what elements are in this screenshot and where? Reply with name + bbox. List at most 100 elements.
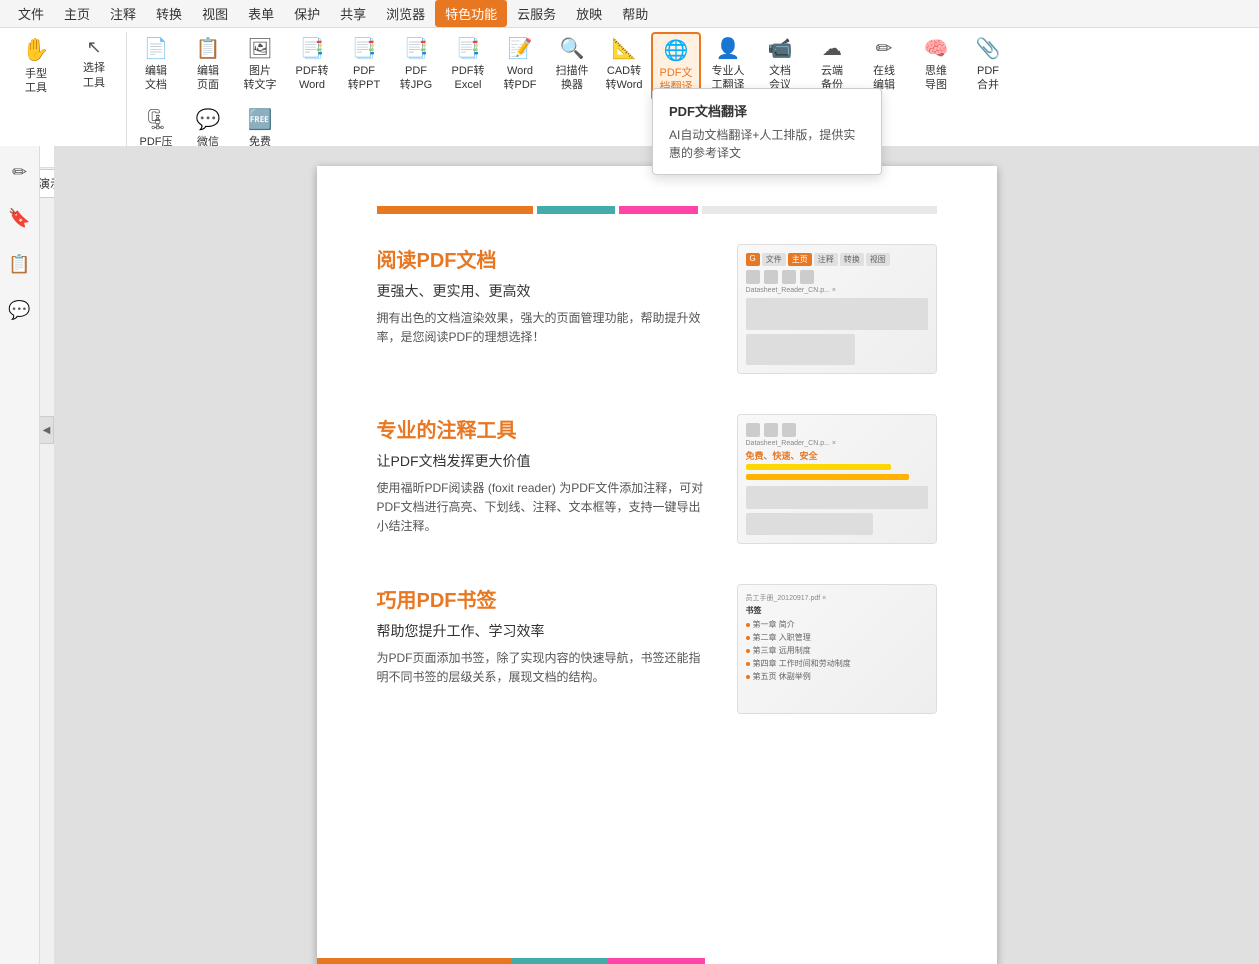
pdf-viewer: 阅读PDF文档 更强大、更实用、更高效 拥有出色的文档渲染效果，强大的页面管理功… xyxy=(54,146,1259,964)
menu-item-home[interactable]: 主页 xyxy=(54,0,100,27)
pdf-ppt-icon: 📑 xyxy=(352,36,377,62)
menu-item-file[interactable]: 文件 xyxy=(8,0,54,27)
menu-item-view[interactable]: 视图 xyxy=(192,0,238,27)
prev-icon-4 xyxy=(800,270,814,284)
pdf-word-icon: 📑 xyxy=(300,36,325,62)
word-to-pdf-button[interactable]: 📝 Word转PDF xyxy=(495,32,545,97)
preview-filename-1: Datasheet_Reader_CN.p... × xyxy=(746,287,928,294)
select-tool-button[interactable]: ↖ 选择工具 xyxy=(66,32,122,94)
annotation-highlight-1 xyxy=(746,464,892,470)
pdf-to-ppt-button[interactable]: 📑 PDF转PPT xyxy=(339,32,389,97)
pdf-to-jpg-button[interactable]: 📑 PDF转JPG xyxy=(391,32,441,97)
bookmark-item-3: 第三章 远用制度 xyxy=(746,645,928,656)
section-3-subtitle: 帮助您提升工作、学习效率 xyxy=(377,621,707,641)
pdf-jpg-icon: 📑 xyxy=(404,36,429,62)
sidebar-bookmark-icon[interactable]: 🔖 xyxy=(4,202,36,234)
preview-tab-view: 视图 xyxy=(866,253,890,266)
prev-icon-3 xyxy=(782,270,796,284)
prev-text-line-1 xyxy=(746,298,928,330)
section-1-desc: 拥有出色的文档渲染效果，强大的页面管理功能，帮助提升效率，是您阅读PDF的理想选… xyxy=(377,309,707,347)
mind-map-button[interactable]: 🧠 思维导图 xyxy=(911,32,961,97)
preview-row-icons xyxy=(746,270,928,284)
compress-icon: 🗜 xyxy=(143,107,168,133)
pdf-section-3-text: 巧用PDF书签 帮助您提升工作、学习效率 为PDF页面添加书签，除了实现内容的快… xyxy=(377,584,707,687)
preview-topbar-1: G 文件 主页 注释 转换 视图 xyxy=(746,253,928,266)
tooltip-title: PDF文档翻译 xyxy=(669,101,865,120)
section-2-title: 专业的注释工具 xyxy=(377,414,707,443)
annotation-text-1 xyxy=(746,486,928,509)
bookmark-item-2: 第二章 入职管理 xyxy=(746,632,928,643)
bookmark-dot-5 xyxy=(746,675,750,679)
doc-meeting-button[interactable]: 📹 文档会议 xyxy=(755,32,805,97)
menu-item-convert[interactable]: 转换 xyxy=(146,0,192,27)
pdf-to-excel-button[interactable]: 📑 PDF转Excel xyxy=(443,32,493,97)
section-1-subtitle: 更强大、更实用、更高效 xyxy=(377,281,707,301)
prev-icon-1 xyxy=(746,270,760,284)
hand-tool-button[interactable]: ✋ 手型工具 xyxy=(8,32,64,99)
pdf-section-1: 阅读PDF文档 更强大、更实用、更高效 拥有出色的文档渲染效果，强大的页面管理功… xyxy=(377,244,937,374)
bookmark-label-5: 第五页 休副举例 xyxy=(753,671,811,682)
pdf-section-2: 专业的注释工具 让PDF文档发挥更大价值 使用福昕PDF阅读器 (foxit r… xyxy=(377,414,937,544)
prev-text-line-2 xyxy=(746,334,855,366)
prev-icon-2 xyxy=(764,270,778,284)
bookmark-dot-3 xyxy=(746,649,750,653)
menu-item-cloud[interactable]: 云服务 xyxy=(507,0,566,27)
sidebar-pages-icon[interactable]: 📋 xyxy=(4,248,36,280)
menu-item-protect[interactable]: 保护 xyxy=(284,0,330,27)
menu-item-present[interactable]: 放映 xyxy=(566,0,612,27)
edit-doc-icon: 📄 xyxy=(144,36,169,62)
menu-item-share[interactable]: 共享 xyxy=(330,0,376,27)
bar-orange xyxy=(377,206,534,214)
cloud-icon: ☁ xyxy=(822,36,842,62)
edit-page-icon: 📋 xyxy=(196,36,221,62)
scan-button[interactable]: 🔍 扫描件换器 xyxy=(547,32,597,97)
preview-tab-convert: 转换 xyxy=(840,253,864,266)
menu-item-browser[interactable]: 浏览器 xyxy=(376,0,435,27)
menu-item-annotate[interactable]: 注释 xyxy=(100,0,146,27)
bookmark-dot-1 xyxy=(746,623,750,627)
menu-item-help[interactable]: 帮助 xyxy=(612,0,658,27)
cloud-backup-button[interactable]: ☁ 云端备份 xyxy=(807,32,857,97)
sidebar-edit-icon[interactable]: ✏ xyxy=(4,156,36,188)
bookmark-label-1: 第一章 简介 xyxy=(753,619,795,630)
bbar-empty xyxy=(705,958,996,964)
section-1-title: 阅读PDF文档 xyxy=(377,244,707,273)
bookmark-dot-4 xyxy=(746,662,750,666)
cad-to-word-button[interactable]: 📐 CAD转转Word xyxy=(599,32,649,97)
sidebar-comment-icon[interactable]: 💬 xyxy=(4,294,36,326)
pdf-page: 阅读PDF文档 更强大、更实用、更高效 拥有出色的文档渲染效果，强大的页面管理功… xyxy=(317,166,997,964)
edit-page-button[interactable]: 📋 编辑页面 xyxy=(183,32,233,97)
annotation-text-2 xyxy=(746,513,873,536)
preview-tab-note: 注释 xyxy=(814,253,838,266)
menu-item-features[interactable]: 特色功能 xyxy=(435,0,507,27)
ribbon-buttons-tools: ✋ 手型工具 ↖ 选择工具 xyxy=(8,32,122,99)
human-translate-button[interactable]: 👤 专业人工翻译 xyxy=(703,32,753,97)
online-edit-button[interactable]: ✏ 在线编辑 xyxy=(859,32,909,97)
edit-doc-button[interactable]: 📄 编辑文档 xyxy=(131,32,181,97)
preview-tab-file: 文件 xyxy=(762,253,786,266)
bbar-pink xyxy=(608,958,705,964)
ann-icon-1 xyxy=(746,423,760,437)
pdf-section-3: 巧用PDF书签 帮助您提升工作、学习效率 为PDF页面添加书签，除了实现内容的快… xyxy=(377,584,937,714)
online-edit-icon: ✏ xyxy=(876,36,893,62)
pdf-section-1-text: 阅读PDF文档 更强大、更实用、更高效 拥有出色的文档渲染效果，强大的页面管理功… xyxy=(377,244,707,347)
pdf-to-word-button[interactable]: 📑 PDF转Word xyxy=(287,32,337,97)
pdf-excel-icon: 📑 xyxy=(456,36,481,62)
bookmark-label-4: 第四章 工作时间和劳动制度 xyxy=(753,658,851,669)
annotation-highlight-2 xyxy=(746,474,910,480)
pdf-merge-button[interactable]: 📎 PDF合并 xyxy=(963,32,1013,97)
pdf-section-3-preview: 员工手册_20120917.pdf × 书签 第一章 简介 第二章 入职管理 xyxy=(737,584,937,714)
menu-item-form[interactable]: 表单 xyxy=(238,0,284,27)
bar-teal xyxy=(537,206,615,214)
word-pdf-icon: 📝 xyxy=(508,36,533,62)
pdf-section-2-preview: Datasheet_Reader_CN.p... × 免费、快速、安全 xyxy=(737,414,937,544)
collapse-arrow-icon: ◀ xyxy=(43,425,51,436)
img-to-text-button[interactable]: 🖼 图片转文字 xyxy=(235,32,285,97)
img-text-icon: 🖼 xyxy=(247,36,272,62)
pdf-top-decoration xyxy=(377,206,937,214)
bookmark-preview: 员工手册_20120917.pdf × 书签 第一章 简介 第二章 入职管理 xyxy=(738,585,936,713)
bookmark-filename: 员工手册_20120917.pdf × xyxy=(746,593,928,603)
sidebar-collapse-button[interactable]: ◀ xyxy=(40,416,54,444)
ann-icon-2 xyxy=(764,423,778,437)
reader-preview: G 文件 主页 注释 转换 视图 Da xyxy=(738,245,936,373)
